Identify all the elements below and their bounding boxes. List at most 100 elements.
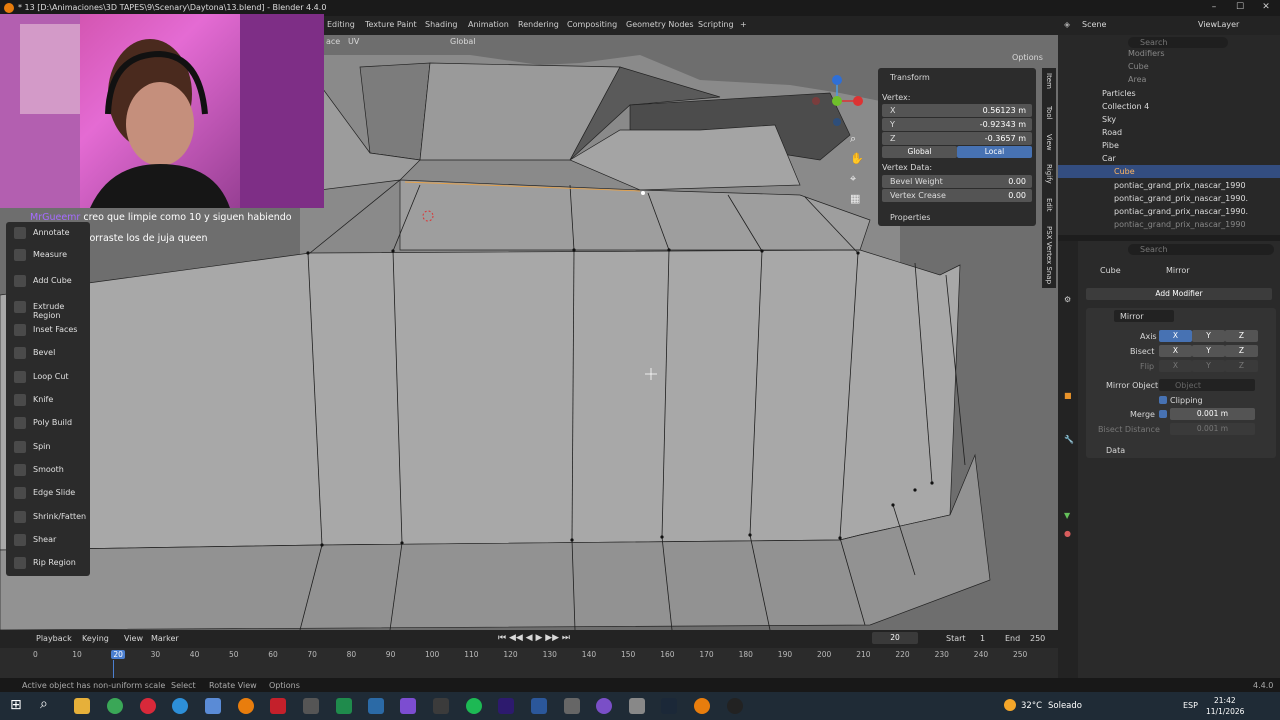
playback-controls[interactable]: ⏮ ◀◀ ◀ ▶ ▶▶ ⏭ xyxy=(498,633,570,643)
scene-name[interactable]: Scene xyxy=(1082,20,1106,29)
marker-menu[interactable]: Marker xyxy=(151,634,179,643)
tab-item[interactable]: Item xyxy=(1045,73,1053,89)
list-item[interactable]: Pibe xyxy=(1058,139,1280,152)
tool-bevel[interactable]: Bevel xyxy=(10,342,90,364)
tab-rendering[interactable]: Rendering xyxy=(518,20,559,29)
tool-add-cube[interactable]: Add Cube xyxy=(10,270,90,292)
orientation-dropdown[interactable]: Global xyxy=(450,37,476,46)
tab-edit[interactable]: Edit xyxy=(1045,198,1053,212)
clock-date[interactable]: 11/1/2026 xyxy=(1206,707,1244,716)
bisect-z-toggle[interactable]: Z xyxy=(1225,345,1258,357)
bisect-distance-field[interactable]: 0.001 m xyxy=(1170,423,1255,435)
modifier-properties-icon[interactable]: 🔧 xyxy=(1064,435,1074,444)
tool-poly-build[interactable]: Poly Build xyxy=(10,412,90,434)
tool-annotate[interactable]: Annotate xyxy=(10,222,90,244)
flip-y-toggle[interactable]: Y xyxy=(1192,360,1225,372)
tool-shear[interactable]: Shear xyxy=(10,529,90,551)
menu-uv[interactable]: UV xyxy=(348,37,359,46)
axis-x-toggle[interactable]: X xyxy=(1159,330,1192,342)
menu-face[interactable]: ace xyxy=(326,37,340,46)
data-subpanel[interactable]: Data xyxy=(1106,446,1125,455)
tab-editing[interactable]: Editing xyxy=(327,20,355,29)
tool-extrude-region[interactable]: Extrude Region xyxy=(10,296,90,320)
tab-rigify[interactable]: Rigify xyxy=(1045,164,1053,184)
vertex-z-field[interactable]: Z -0.3657 m xyxy=(882,132,1032,145)
minimize-button[interactable]: – xyxy=(1204,2,1224,14)
file-explorer-icon[interactable] xyxy=(74,698,90,714)
tool-measure[interactable]: Measure xyxy=(10,244,90,266)
blender-icon[interactable] xyxy=(694,698,710,714)
pan-hand-icon[interactable]: ✋ xyxy=(850,152,864,165)
modifier-name-field[interactable]: Mirror xyxy=(1114,310,1174,322)
search-icon[interactable]: ⌕ xyxy=(40,696,48,712)
tab-compositing[interactable]: Compositing xyxy=(567,20,617,29)
list-item[interactable]: pontiac_grand_prix_nascar_1990. xyxy=(1058,192,1280,205)
list-item-selected[interactable]: Cube xyxy=(1058,165,1280,178)
tab-geometry-nodes[interactable]: Geometry Nodes xyxy=(626,20,693,29)
scene-icon[interactable]: ◈ xyxy=(1064,20,1070,29)
list-item[interactable]: Road xyxy=(1058,126,1280,139)
bisect-x-toggle[interactable]: X xyxy=(1159,345,1192,357)
list-item[interactable]: Collection 4 xyxy=(1058,100,1280,113)
windows-start-icon[interactable]: ⊞ xyxy=(10,697,22,713)
tab-tool[interactable]: Tool xyxy=(1045,106,1053,120)
maximize-button[interactable]: ☐ xyxy=(1230,2,1250,14)
end-value[interactable]: 250 xyxy=(1030,634,1045,643)
list-item[interactable]: pontiac_grand_prix_nascar_1990. xyxy=(1058,205,1280,218)
axis-z-toggle[interactable]: Z xyxy=(1225,330,1258,342)
clock-time[interactable]: 21:42 xyxy=(1214,696,1236,705)
clipping-checkbox[interactable] xyxy=(1159,396,1167,404)
weather-temp[interactable]: 32°C xyxy=(1021,701,1042,711)
tool-loop-cut[interactable]: Loop Cut xyxy=(10,366,90,388)
word-icon[interactable] xyxy=(531,698,547,714)
tool-rip-region[interactable]: Rip Region xyxy=(10,552,90,574)
axis-y-toggle[interactable]: Y xyxy=(1192,330,1225,342)
settings-icon[interactable] xyxy=(564,698,580,714)
bisect-y-toggle[interactable]: Y xyxy=(1192,345,1225,357)
app-icon[interactable] xyxy=(596,698,612,714)
tool-edge-slide[interactable]: Edge Slide xyxy=(10,482,90,504)
tool-shrink-fatten[interactable]: Shrink/Fatten xyxy=(10,506,90,528)
app-icon[interactable] xyxy=(205,698,221,714)
app-icon[interactable] xyxy=(727,698,743,714)
opera-icon[interactable] xyxy=(140,698,156,714)
tool-knife[interactable]: Knife xyxy=(10,389,90,411)
tool-smooth[interactable]: Smooth xyxy=(10,459,90,481)
edge-icon[interactable] xyxy=(172,698,188,714)
add-modifier-button[interactable]: Add Modifier xyxy=(1086,288,1272,300)
object-properties-icon[interactable]: ■ xyxy=(1064,391,1072,400)
local-toggle[interactable]: Local xyxy=(957,146,1032,158)
close-button[interactable]: ✕ xyxy=(1256,2,1276,14)
app-icon[interactable] xyxy=(433,698,449,714)
tool-inset-faces[interactable]: Inset Faces xyxy=(10,319,90,341)
list-item[interactable]: Car xyxy=(1058,152,1280,165)
playhead[interactable] xyxy=(113,660,114,678)
list-item[interactable]: Modifiers xyxy=(1058,47,1280,60)
app-icon[interactable] xyxy=(303,698,319,714)
tool-spin[interactable]: Spin xyxy=(10,436,90,458)
tab-view[interactable]: View xyxy=(1045,134,1053,151)
spotify-icon[interactable] xyxy=(466,698,482,714)
flip-x-toggle[interactable]: X xyxy=(1159,360,1192,372)
weather-text[interactable]: Soleado xyxy=(1048,701,1082,711)
chrome-icon[interactable] xyxy=(107,698,123,714)
flip-z-toggle[interactable]: Z xyxy=(1225,360,1258,372)
tab-psx-vertex-snap[interactable]: PSX Vertex Snap xyxy=(1045,226,1053,284)
list-item[interactable]: pontiac_grand_prix_nascar_1990 xyxy=(1058,179,1280,192)
list-item[interactable]: Area xyxy=(1058,73,1280,86)
playback-menu[interactable]: Playback xyxy=(36,634,72,643)
current-frame-field[interactable]: 20 xyxy=(872,632,918,644)
properties-header[interactable]: Properties xyxy=(890,213,930,222)
view-layer-name[interactable]: ViewLayer xyxy=(1198,20,1239,29)
transform-header[interactable]: Transform xyxy=(890,73,930,82)
bevel-weight-field[interactable]: Bevel Weight 0.00 xyxy=(882,175,1032,188)
tab-animation[interactable]: Animation xyxy=(468,20,509,29)
global-toggle[interactable]: Global xyxy=(882,146,957,158)
keying-menu[interactable]: Keying xyxy=(82,634,109,643)
mirror-object-field[interactable]: Object xyxy=(1159,379,1255,391)
perspective-grid-icon[interactable]: ▦ xyxy=(850,192,860,205)
vertex-y-field[interactable]: Y -0.92343 m xyxy=(882,118,1032,131)
app-icon[interactable] xyxy=(629,698,645,714)
material-properties-icon[interactable]: ● xyxy=(1064,529,1071,538)
data-properties-icon[interactable]: ▼ xyxy=(1064,511,1070,520)
